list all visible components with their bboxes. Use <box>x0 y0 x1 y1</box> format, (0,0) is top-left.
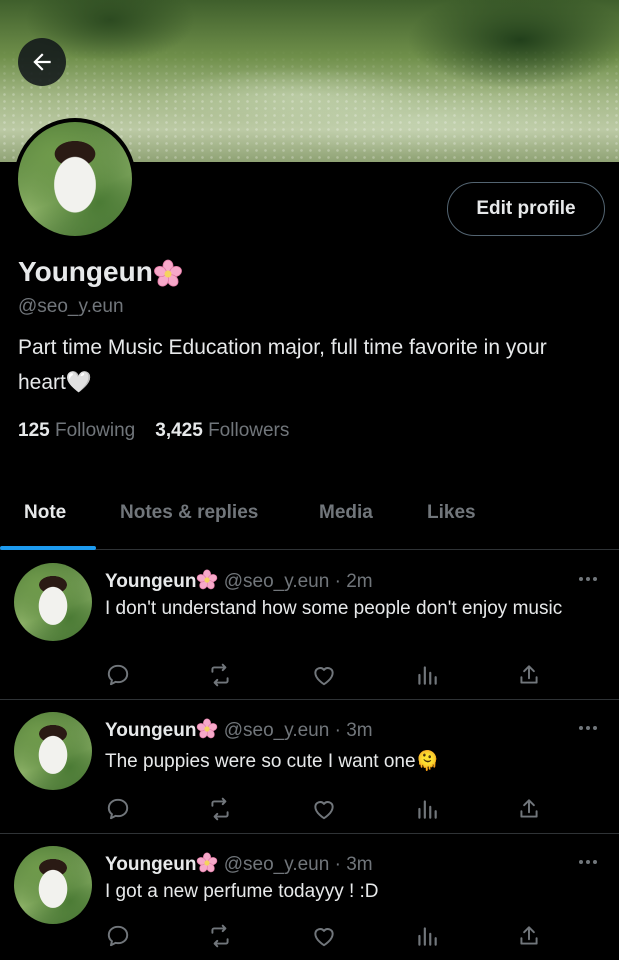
active-tab-indicator <box>0 546 96 550</box>
tweet-header: Youngeun @seo_y.eun · 3m <box>105 718 373 742</box>
heart-icon <box>314 667 334 686</box>
reply-button[interactable] <box>105 796 131 822</box>
retweet-button[interactable] <box>207 662 233 688</box>
followers-count: 3,425 <box>155 420 203 441</box>
tweet-timestamp[interactable]: 2m <box>346 571 372 592</box>
share-icon <box>520 926 538 945</box>
profile-bio: Part time Music Education major, full ti… <box>18 336 547 394</box>
tab-notes-replies[interactable]: Notes & replies <box>120 502 258 524</box>
reply-button[interactable] <box>105 923 131 949</box>
reply-icon <box>107 798 129 820</box>
more-icon[interactable] <box>576 852 600 872</box>
tweet-text: I got a new perfume todayyy ! :D <box>105 881 379 902</box>
tab-note[interactable]: Note <box>24 502 66 524</box>
tweet-author-name[interactable]: Youngeun <box>105 854 196 875</box>
like-button[interactable] <box>311 662 337 688</box>
share-button[interactable] <box>516 923 542 949</box>
tweet-actions <box>105 796 545 822</box>
tweet-author-name[interactable]: Youngeun <box>105 720 196 741</box>
edit-profile-button[interactable]: Edit profile <box>447 182 605 236</box>
retweet-button[interactable] <box>207 796 233 822</box>
follow-stats: 125 Following 3,425 Followers <box>18 420 289 442</box>
cherry-blossom-icon <box>197 569 218 590</box>
tweet-avatar[interactable] <box>14 846 92 924</box>
following-link[interactable]: 125 Following <box>18 420 135 441</box>
cherry-blossom-icon <box>197 718 218 739</box>
tweet-author-handle[interactable]: @seo_y.eun <box>224 571 330 592</box>
heart-icon <box>314 801 334 820</box>
tweet-text: I don't understand how some people don't… <box>105 598 563 619</box>
followers-label: Followers <box>208 420 290 441</box>
retweet-icon <box>211 924 229 948</box>
analytics-icon <box>418 927 437 946</box>
tweet-author-handle[interactable]: @seo_y.eun <box>224 720 330 741</box>
tab-likes[interactable]: Likes <box>427 502 476 524</box>
share-button[interactable] <box>516 796 542 822</box>
tweet-timestamp[interactable]: 3m <box>346 854 372 875</box>
views-button[interactable] <box>414 662 440 688</box>
display-name-text: Youngeun <box>18 256 153 287</box>
tweet-avatar[interactable] <box>14 712 92 790</box>
retweet-icon <box>211 797 229 821</box>
profile-handle: @seo_y.eun <box>18 296 124 317</box>
following-count: 125 <box>18 420 50 441</box>
reply-icon <box>107 664 129 686</box>
profile-display-name: Youngeun <box>18 256 183 289</box>
tweet-separator: · <box>334 854 341 875</box>
tweet-separator: · <box>334 720 341 741</box>
share-button[interactable] <box>516 662 542 688</box>
tweet-header: Youngeun @seo_y.eun · 3m <box>105 852 373 876</box>
analytics-icon <box>418 666 437 685</box>
views-button[interactable] <box>414 923 440 949</box>
tweet[interactable]: Youngeun @seo_y.eun · 2m I don't underst… <box>0 551 619 700</box>
cherry-blossom-icon <box>197 852 218 873</box>
tweet-author-name[interactable]: Youngeun <box>105 571 196 592</box>
share-icon <box>520 665 538 684</box>
like-button[interactable] <box>311 923 337 949</box>
arrow-left-icon <box>33 53 51 71</box>
tweet[interactable]: Youngeun @seo_y.eun · 3m The puppies wer… <box>0 700 619 834</box>
tab-media[interactable]: Media <box>319 502 373 524</box>
followers-link[interactable]: 3,425 Followers <box>155 420 289 441</box>
heart-icon <box>314 928 334 947</box>
share-icon <box>520 799 538 818</box>
tweet-actions <box>105 662 545 688</box>
reply-icon <box>107 925 129 947</box>
analytics-icon <box>418 800 437 819</box>
cherry-blossom-icon <box>153 259 182 287</box>
back-button[interactable] <box>18 38 66 86</box>
tweet-author-handle[interactable]: @seo_y.eun <box>224 854 330 875</box>
like-button[interactable] <box>311 796 337 822</box>
tweet-separator: · <box>334 571 341 592</box>
reply-button[interactable] <box>105 662 131 688</box>
tweet-avatar[interactable] <box>14 563 92 641</box>
tweet-timestamp[interactable]: 3m <box>346 720 372 741</box>
following-label: Following <box>54 420 136 441</box>
tweet-actions <box>105 923 545 949</box>
retweet-icon <box>211 663 229 687</box>
tweet-text: The puppies were so cute I want one🫠 <box>105 751 440 772</box>
retweet-button[interactable] <box>207 923 233 949</box>
more-icon[interactable] <box>576 569 600 589</box>
profile-avatar[interactable] <box>14 118 136 240</box>
tweet-header: Youngeun @seo_y.eun · 2m <box>105 569 373 593</box>
more-icon[interactable] <box>576 718 600 738</box>
profile-tabs: Note Notes & replies Media Likes <box>0 480 619 550</box>
views-button[interactable] <box>414 796 440 822</box>
tweet[interactable]: Youngeun @seo_y.eun · 3m I got a new per… <box>0 834 619 960</box>
